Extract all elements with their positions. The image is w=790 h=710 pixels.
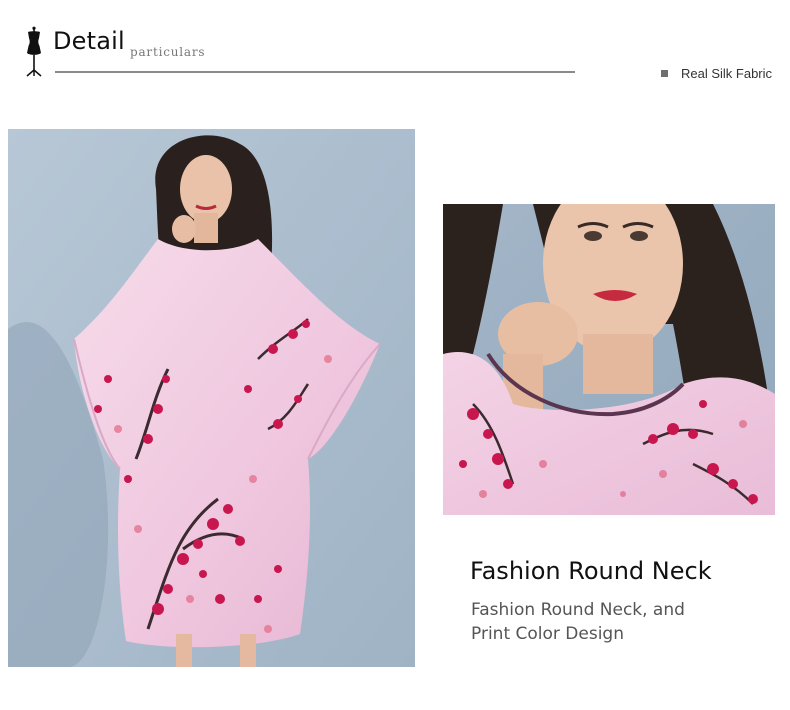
product-photo-full xyxy=(8,129,415,667)
feature-tag-label: Real Silk Fabric xyxy=(681,65,773,81)
header-divider xyxy=(55,71,575,73)
feature-description: Fashion Round Neck, and Print Color Desi… xyxy=(471,598,731,646)
dress-form-icon xyxy=(24,26,44,78)
bullet-square-icon xyxy=(661,69,668,77)
feature-tag: Real Silk Fabric xyxy=(661,64,772,82)
section-subtitle: particulars xyxy=(130,45,206,59)
product-photo-neckline-detail xyxy=(443,204,775,515)
feature-description-line: Fashion Round Neck, and xyxy=(471,600,685,620)
section-title: Detail xyxy=(53,27,125,55)
feature-description-line: Print Color Design xyxy=(471,624,624,644)
feature-title: Fashion Round Neck xyxy=(470,557,712,585)
